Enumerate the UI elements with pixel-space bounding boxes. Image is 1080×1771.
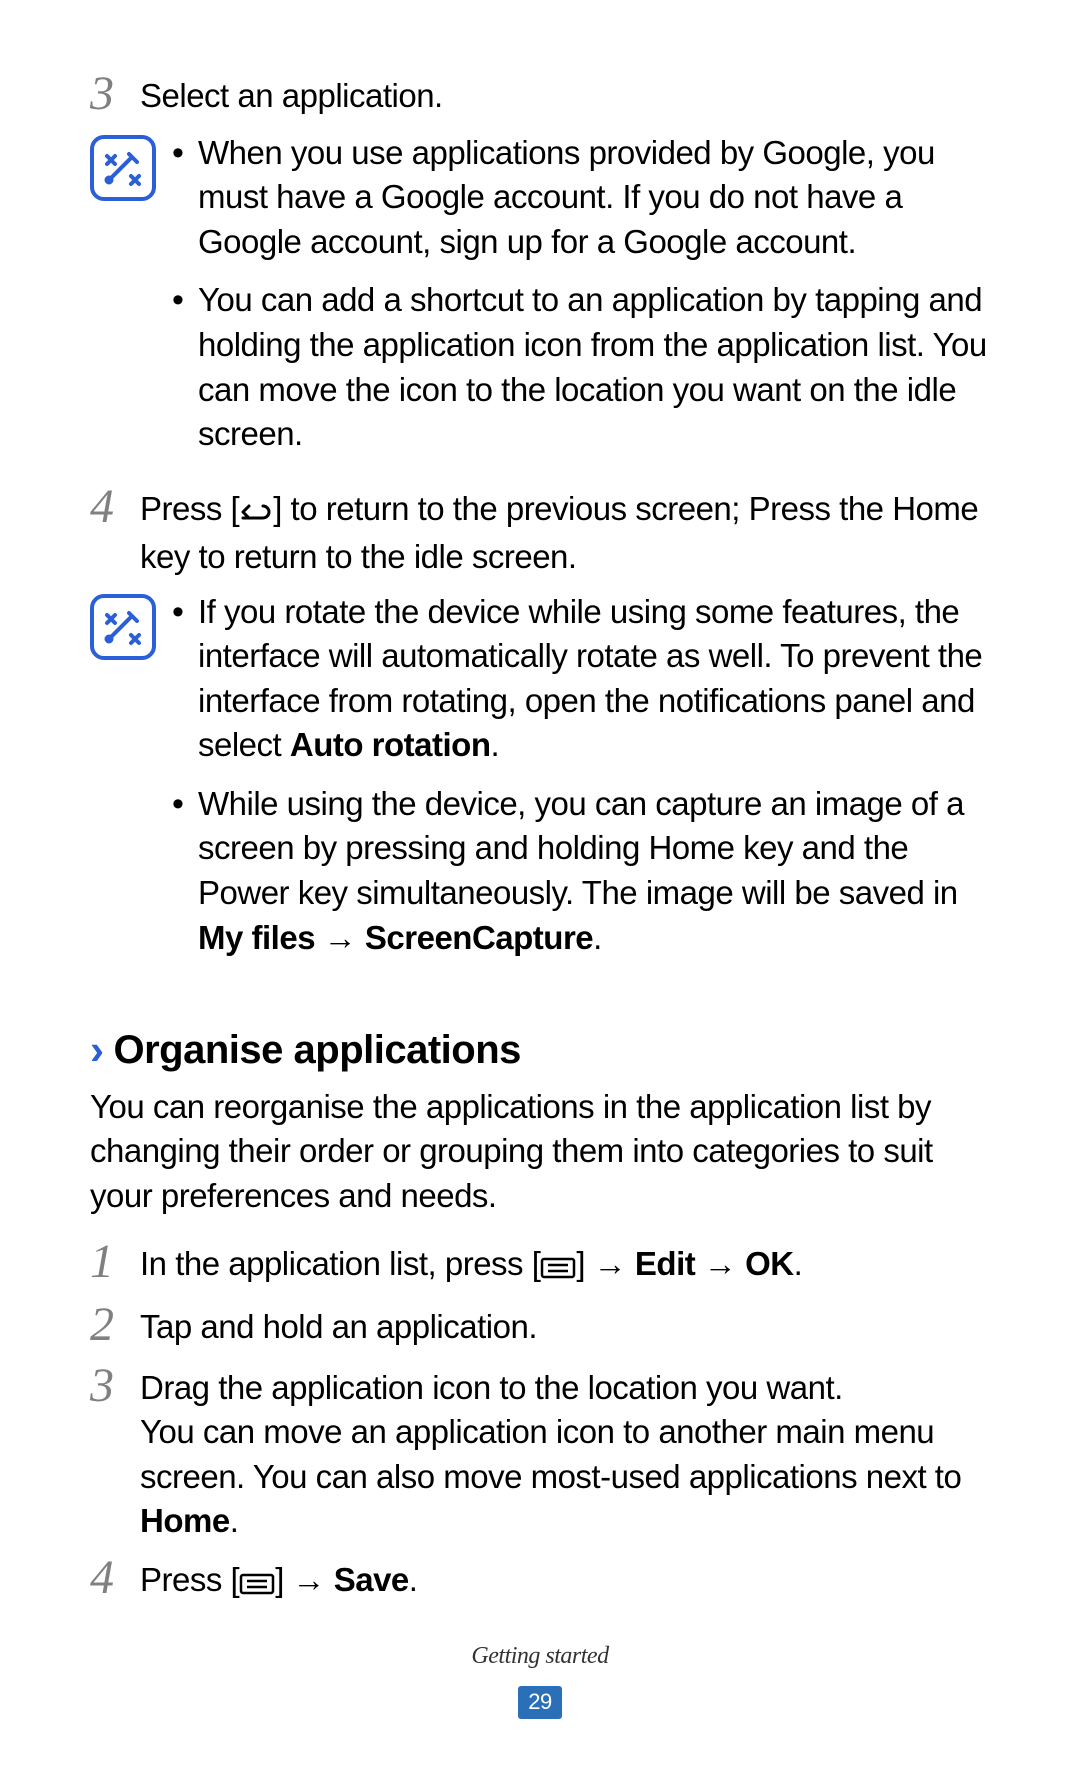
org-step-4-post: ] → bbox=[275, 1561, 334, 1598]
note-2-body: If you rotate the device while using som… bbox=[172, 590, 990, 974]
section-title: Organise applications bbox=[114, 1023, 521, 1077]
back-key-icon bbox=[239, 491, 273, 536]
note-box-2: If you rotate the device while using som… bbox=[90, 590, 990, 974]
note-1-bullet-1: When you use applications provided by Go… bbox=[172, 131, 990, 265]
step-4a-pre: Press [ bbox=[140, 490, 239, 527]
section-chevron-icon: › bbox=[90, 1022, 104, 1079]
org-step-1-number: 1 bbox=[90, 1236, 140, 1289]
org-step-3-line2: You can move an application icon to anot… bbox=[140, 1410, 990, 1544]
org-step-4-tail: . bbox=[409, 1561, 418, 1598]
menu-key-icon bbox=[239, 1562, 275, 1607]
org-step-2-number: 2 bbox=[90, 1299, 140, 1352]
org-step-3: 3 Drag the application icon to the locat… bbox=[90, 1360, 990, 1544]
section-intro: You can reorganise the applications in t… bbox=[90, 1085, 990, 1219]
section-heading-organise: › Organise applications bbox=[90, 1022, 990, 1079]
org-step-3-line1: Drag the application icon to the locatio… bbox=[140, 1366, 990, 1411]
org-step-1-text: In the application list, press [ ] → Edit… bbox=[140, 1236, 990, 1291]
footer-section-title: Getting started bbox=[0, 1640, 1080, 1672]
note-icon bbox=[90, 594, 156, 660]
org-step-2-text: Tap and hold an application. bbox=[140, 1299, 990, 1350]
org-step-3-line2-post: . bbox=[230, 1502, 239, 1539]
step-3: 3 Select an application. bbox=[90, 68, 990, 121]
org-step-3-text: Drag the application icon to the locatio… bbox=[140, 1360, 990, 1544]
org-step-3-bold: Home bbox=[140, 1502, 230, 1539]
step-4a-number: 4 bbox=[90, 481, 140, 534]
page-footer: Getting started 29 bbox=[0, 1640, 1080, 1721]
org-step-4-pre: Press [ bbox=[140, 1561, 239, 1598]
org-step-4-text: Press [ ] → Save. bbox=[140, 1552, 990, 1607]
page-number: 29 bbox=[518, 1686, 561, 1719]
org-step-1-pre: In the application list, press [ bbox=[140, 1245, 540, 1282]
step-4a: 4 Press [] to return to the previous scr… bbox=[90, 481, 990, 580]
org-step-3-number: 3 bbox=[90, 1360, 140, 1413]
note-1-bullet-2-text: You can add a shortcut to an application… bbox=[198, 281, 987, 452]
step-3-number: 3 bbox=[90, 68, 140, 121]
org-step-4: 4 Press [ ] → Save. bbox=[90, 1552, 990, 1607]
org-step-1: 1 In the application list, press [ ] → Ed… bbox=[90, 1236, 990, 1291]
org-step-1-post: ] → bbox=[576, 1245, 635, 1282]
org-step-2: 2 Tap and hold an application. bbox=[90, 1299, 990, 1352]
org-step-3-line2-pre: You can move an application icon to anot… bbox=[140, 1413, 961, 1495]
note-icon bbox=[90, 135, 156, 201]
step-3-text: Select an application. bbox=[140, 68, 990, 119]
note-2-bullet-2-bold: My files → ScreenCapture bbox=[198, 919, 593, 956]
org-step-4-number: 4 bbox=[90, 1552, 140, 1605]
org-step-4-bold: Save bbox=[334, 1561, 409, 1598]
note-box-1: When you use applications provided by Go… bbox=[90, 131, 990, 471]
note-2-bullet-2-pre: While using the device, you can capture … bbox=[198, 785, 964, 911]
note-icon-wrap-1 bbox=[90, 131, 172, 201]
note-2-bullet-1-bold: Auto rotation bbox=[290, 726, 491, 763]
org-step-1-tail: . bbox=[794, 1245, 803, 1282]
manual-page: 3 Select an application. When you use bbox=[0, 0, 1080, 1771]
note-2-bullet-2: While using the device, you can capture … bbox=[172, 782, 990, 960]
note-2-bullet-1-post: . bbox=[491, 726, 500, 763]
note-2-bullet-2-post: . bbox=[593, 919, 602, 956]
note-1-body: When you use applications provided by Go… bbox=[172, 131, 990, 471]
note-icon-wrap-2 bbox=[90, 590, 172, 660]
org-step-1-bold: Edit → OK bbox=[635, 1245, 794, 1282]
menu-key-icon bbox=[540, 1246, 576, 1291]
note-1-bullet-1-text: When you use applications provided by Go… bbox=[198, 134, 935, 260]
step-4a-text: Press [] to return to the previous scree… bbox=[140, 481, 990, 580]
note-1-bullet-2: You can add a shortcut to an application… bbox=[172, 278, 990, 456]
note-2-bullet-1: If you rotate the device while using som… bbox=[172, 590, 990, 768]
